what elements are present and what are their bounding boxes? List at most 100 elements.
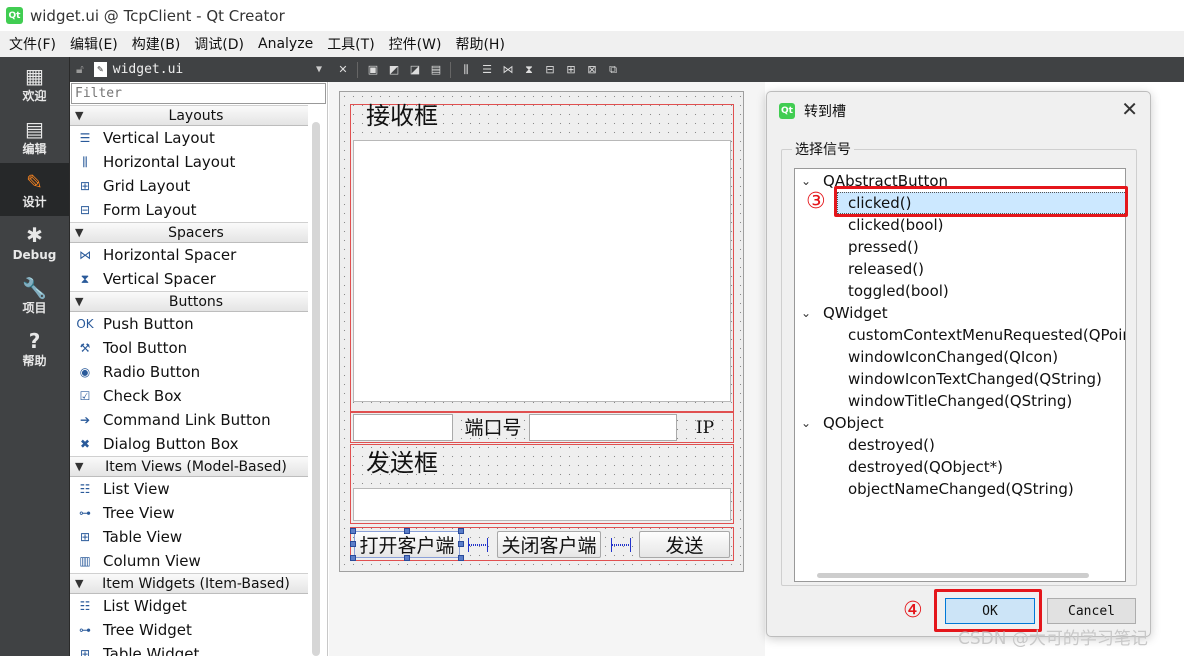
layout-grid-icon[interactable]: ⊞ <box>564 63 578 77</box>
ip-input[interactable] <box>529 414 677 441</box>
open-client-button[interactable]: 打开客户端 <box>354 531 460 558</box>
menu-edit[interactable]: 编辑(E) <box>65 34 123 54</box>
mode-design[interactable]: ✎ 设计 <box>0 163 69 216</box>
widget-item[interactable]: ⊞ Table Widget <box>70 642 308 656</box>
close-icon[interactable]: ✕ <box>1121 97 1138 121</box>
close-client-button[interactable]: 关闭客户端 <box>497 531 601 558</box>
selection-handle[interactable] <box>458 541 464 547</box>
chevron-down-icon[interactable]: ⌄ <box>801 306 817 320</box>
mode-welcome[interactable]: ▦ 欢迎 <box>0 57 69 110</box>
selection-handle[interactable] <box>458 528 464 534</box>
send-button[interactable]: 发送 <box>639 531 730 558</box>
widget-item[interactable]: ⊶ Tree Widget <box>70 618 308 642</box>
widget-item[interactable]: ⊶ Tree View <box>70 501 308 525</box>
selection-handle[interactable] <box>350 528 356 534</box>
edit-tab-order-icon[interactable]: ▤ <box>429 63 443 77</box>
menu-analyze[interactable]: Analyze <box>253 36 318 52</box>
widget-item[interactable]: ⋈ Horizontal Spacer <box>70 243 308 267</box>
widget-item[interactable]: ⊟ Form Layout <box>70 198 308 222</box>
selection-handle[interactable] <box>404 528 410 534</box>
chevron-down-icon[interactable]: ⌄ <box>801 416 817 430</box>
widget-filter-input[interactable] <box>71 83 326 104</box>
chevron-down-icon[interactable]: ⌄ <box>801 174 817 188</box>
mode-edit[interactable]: ▤ 编辑 <box>0 110 69 163</box>
widget-item[interactable]: ⊞ Grid Layout <box>70 174 308 198</box>
signal-item[interactable]: pressed() <box>837 236 1125 258</box>
mode-debug[interactable]: ✱ Debug <box>0 216 69 269</box>
widget-item[interactable]: ◉ Radio Button <box>70 360 308 384</box>
widget-item[interactable]: OK Push Button <box>70 312 308 336</box>
widget-category[interactable]: ▼ Buttons <box>70 291 308 312</box>
signal-item[interactable]: destroyed(QObject*) <box>837 456 1125 478</box>
widget-type-icon: ⊶ <box>79 506 91 520</box>
edit-widgets-icon[interactable]: ▣ <box>366 63 380 77</box>
widget-item-label: Horizontal Layout <box>103 153 236 171</box>
selection-handle[interactable] <box>404 555 410 561</box>
signal-item[interactable]: objectNameChanged(QString) <box>837 478 1125 500</box>
widget-category[interactable]: ▼ Spacers <box>70 222 308 243</box>
signal-item[interactable]: clicked(bool) <box>837 214 1125 236</box>
edit-signals-slots-icon[interactable]: ◩ <box>387 63 401 77</box>
layout-form-icon[interactable]: ⊟ <box>543 63 557 77</box>
close-document-icon[interactable]: ✕ <box>336 63 350 77</box>
layout-horizontal-icon[interactable]: ⫼ <box>459 63 473 77</box>
menu-file[interactable]: 文件(F) <box>4 34 61 54</box>
horizontal-scrollbar[interactable] <box>817 573 1089 578</box>
widget-item[interactable]: ⧗ Vertical Spacer <box>70 267 308 291</box>
signal-class-label: QWidget <box>823 304 888 322</box>
widget-item[interactable]: ▥ Column View <box>70 549 308 573</box>
document-tab[interactable]: 🔓︎ ✎ widget.ui ▼ <box>70 57 328 82</box>
cancel-button[interactable]: Cancel <box>1047 598 1136 624</box>
ui-file-icon: ✎ <box>93 62 107 77</box>
widget-item[interactable]: ⚒ Tool Button <box>70 336 308 360</box>
horizontal-spacer[interactable] <box>468 538 488 552</box>
receive-textbox[interactable] <box>353 140 731 402</box>
selection-handle[interactable] <box>350 555 356 561</box>
signal-item[interactable]: destroyed() <box>837 434 1125 456</box>
edit-buddies-icon[interactable]: ◪ <box>408 63 422 77</box>
widget-item[interactable]: ☷ List Widget <box>70 594 308 618</box>
widget-item[interactable]: ⊞ Table View <box>70 525 308 549</box>
menu-debug[interactable]: 调试(D) <box>189 34 249 54</box>
layout-vertical-icon[interactable]: ☰ <box>480 63 494 77</box>
mode-projects[interactable]: 🔧 项目 <box>0 269 69 322</box>
menu-widgets[interactable]: 控件(W) <box>384 34 447 54</box>
widget-item-label: Push Button <box>103 315 194 333</box>
signal-item[interactable]: windowIconTextChanged(QString) <box>837 368 1125 390</box>
break-layout-icon[interactable]: ⊠ <box>585 63 599 77</box>
menu-help[interactable]: 帮助(H) <box>450 34 509 54</box>
widget-category[interactable]: ▼ Item Widgets (Item-Based) <box>70 573 308 594</box>
widget-category[interactable]: ▼ Item Views (Model-Based) <box>70 456 308 477</box>
widget-item[interactable]: ✖ Dialog Button Box <box>70 432 308 456</box>
menu-tools[interactable]: 工具(T) <box>322 34 379 54</box>
mode-label: Debug <box>12 247 57 262</box>
widget-category[interactable]: ▼ Layouts <box>70 105 308 126</box>
chevron-down-icon: ▼ <box>75 295 84 308</box>
widget-category-label: Item Widgets (Item-Based) <box>102 575 290 592</box>
signal-item[interactable]: windowIconChanged(QIcon) <box>837 346 1125 368</box>
signal-item[interactable]: customContextMenuRequested(QPoint) <box>837 324 1125 346</box>
widget-item[interactable]: ⫼ Horizontal Layout <box>70 150 308 174</box>
widget-item[interactable]: ➔ Command Link Button <box>70 408 308 432</box>
signal-item[interactable]: toggled(bool) <box>837 280 1125 302</box>
menu-build[interactable]: 构建(B) <box>127 34 186 54</box>
form-widget[interactable]: 接收框 端口号 IP 发送框 打开客户端 关闭客户端 发送 <box>339 91 744 572</box>
mode-help[interactable]: ? 帮助 <box>0 322 69 375</box>
port-input[interactable] <box>353 414 453 441</box>
widget-box-scrollbar[interactable] <box>312 122 320 656</box>
signal-class-node[interactable]: ⌄ QObject <box>795 412 1125 434</box>
chevron-down-icon[interactable]: ▼ <box>316 64 322 75</box>
signal-item[interactable]: released() <box>837 258 1125 280</box>
adjust-size-icon[interactable]: ⧉ <box>606 63 620 77</box>
layout-splitter-horizontal-icon[interactable]: ⋈ <box>501 63 515 77</box>
send-textbox[interactable] <box>353 488 731 521</box>
horizontal-spacer[interactable] <box>611 538 631 552</box>
selection-handle[interactable] <box>458 555 464 561</box>
signal-item[interactable]: windowTitleChanged(QString) <box>837 390 1125 412</box>
widget-item[interactable]: ☷ List View <box>70 477 308 501</box>
selection-handle[interactable] <box>350 541 356 547</box>
widget-item[interactable]: ☑ Check Box <box>70 384 308 408</box>
signal-class-node[interactable]: ⌄ QWidget <box>795 302 1125 324</box>
layout-splitter-vertical-icon[interactable]: ⧗ <box>522 63 536 77</box>
widget-item[interactable]: ☰ Vertical Layout <box>70 126 308 150</box>
